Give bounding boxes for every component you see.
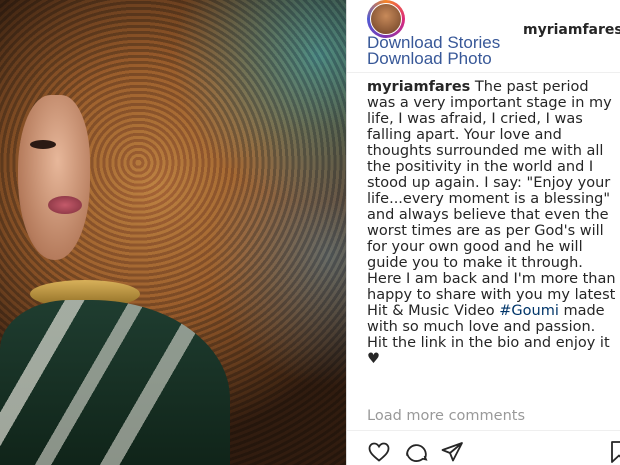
header-divider: [347, 72, 620, 73]
face: [18, 95, 90, 260]
lips: [48, 196, 82, 214]
heart-emoji: ♥: [367, 351, 380, 367]
load-more-comments[interactable]: Load more comments: [367, 408, 525, 424]
speech-bubble-icon[interactable]: [404, 440, 428, 464]
post-caption: myriamfares The past period was a very i…: [367, 79, 617, 367]
download-photo-link[interactable]: Download Photo: [367, 50, 492, 67]
caption-hashtag[interactable]: #Goumi: [499, 303, 559, 319]
caption-text: The past period was a very important sta…: [367, 79, 616, 319]
bookmark-icon[interactable]: [609, 440, 620, 464]
post-photo[interactable]: [0, 0, 346, 465]
avatar-image: [370, 3, 402, 35]
paper-plane-icon[interactable]: [440, 440, 464, 464]
header-username[interactable]: myriamfares: [523, 22, 620, 38]
caption-username[interactable]: myriamfares: [367, 79, 470, 95]
eye: [30, 140, 56, 149]
heart-icon[interactable]: [367, 440, 391, 464]
post-side-panel: myriamfares Download Stories Download Ph…: [347, 0, 620, 465]
footer-divider: [347, 430, 620, 431]
